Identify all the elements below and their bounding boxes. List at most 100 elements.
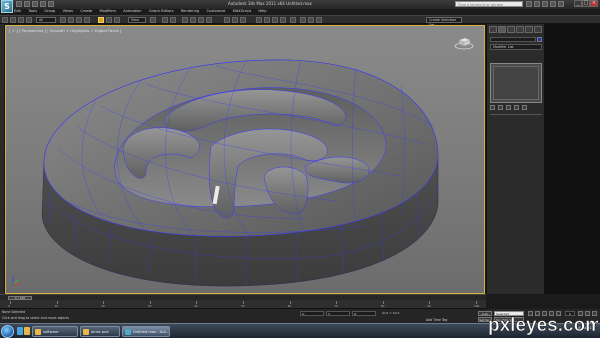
window-crossing-icon[interactable] xyxy=(84,17,90,23)
pxleyes-watermark: pxleyes.com xyxy=(488,315,598,336)
prompt-line: Click and drag to select and move object… xyxy=(2,316,70,320)
stack-toolbar xyxy=(490,105,542,112)
render-setup-icon[interactable] xyxy=(300,17,306,23)
angle-snap-icon[interactable] xyxy=(190,17,196,23)
subscription-center-icon[interactable] xyxy=(534,1,540,7)
menu-maxscript[interactable]: MAXScript xyxy=(233,8,251,15)
communication-center-icon[interactable] xyxy=(542,1,548,7)
select-object-icon[interactable] xyxy=(60,17,66,23)
menu-views[interactable]: Views xyxy=(63,8,73,15)
redo-button[interactable] xyxy=(10,17,16,23)
start-button[interactable] xyxy=(1,325,14,338)
undo-icon[interactable] xyxy=(40,1,46,7)
x-coordinate-field[interactable]: X: xyxy=(300,311,324,316)
selection-filter-dropdown[interactable]: All xyxy=(36,17,56,23)
rendered-frame-icon[interactable] xyxy=(308,17,314,23)
search-icon[interactable] xyxy=(526,1,532,7)
pin-stack-icon[interactable] xyxy=(490,105,495,110)
menu-bar: Edit Tools Group Views Create Modifiers … xyxy=(14,8,454,15)
menu-animation[interactable]: Animation xyxy=(123,8,141,15)
object-name-field[interactable] xyxy=(490,37,536,42)
hierarchy-tab-icon[interactable] xyxy=(507,26,515,33)
close-button[interactable]: × xyxy=(590,0,598,7)
track-tick-label: 70 xyxy=(334,304,338,308)
track-bar[interactable]: 0 10 20 30 40 50 60 70 80 90 100 xyxy=(0,300,486,309)
new-file-icon[interactable] xyxy=(16,1,22,7)
select-rotate-icon[interactable] xyxy=(106,17,112,23)
menu-tools[interactable]: Tools xyxy=(28,8,37,15)
watermark-text: pxleyes.com xyxy=(488,315,598,336)
graphite-toggle-icon[interactable] xyxy=(264,17,270,23)
modifier-stack[interactable] xyxy=(490,63,542,103)
object-color-swatch[interactable] xyxy=(537,37,542,42)
material-editor-icon[interactable] xyxy=(290,17,296,23)
display-tab-icon[interactable] xyxy=(525,26,533,33)
motion-tab-icon[interactable] xyxy=(516,26,524,33)
window-title: Autodesk 3ds Max 2011 x64 Untitled.max xyxy=(228,1,312,6)
unlink-icon[interactable] xyxy=(26,17,32,23)
menu-help[interactable]: Help xyxy=(258,8,266,15)
link-icon[interactable] xyxy=(18,17,24,23)
snaps-toggle-icon[interactable] xyxy=(182,17,188,23)
schematic-view-icon[interactable] xyxy=(280,17,286,23)
add-time-tag-button[interactable]: Add Time Tag xyxy=(426,318,447,322)
menu-modifiers[interactable]: Modifiers xyxy=(100,8,116,15)
track-tick-label: 90 xyxy=(427,304,431,308)
select-scale-icon[interactable] xyxy=(114,17,120,23)
curve-editor-icon[interactable] xyxy=(272,17,278,23)
make-unique-icon[interactable] xyxy=(506,105,511,110)
explorer-icon[interactable] xyxy=(24,327,30,335)
modify-tab-icon[interactable] xyxy=(498,26,506,33)
taskbar-jones-pud[interactable]: jones pud xyxy=(80,326,120,337)
command-panel: Modifier List xyxy=(486,24,544,294)
select-move-icon[interactable] xyxy=(98,17,104,23)
layer-manager-icon[interactable] xyxy=(256,17,262,23)
viewcube-icon[interactable] xyxy=(454,34,474,50)
modifier-list-dropdown[interactable]: Modifier List xyxy=(490,44,542,50)
utilities-tab-icon[interactable] xyxy=(534,26,542,33)
selection-set-dropdown[interactable]: Create Selection Set xyxy=(426,17,462,27)
minimize-button[interactable]: _ xyxy=(574,0,582,7)
help-icon[interactable] xyxy=(558,1,564,7)
spinner-snap-icon[interactable] xyxy=(206,17,212,23)
menu-edit[interactable]: Edit xyxy=(14,8,21,15)
render-production-icon[interactable] xyxy=(316,17,322,23)
taskbar-3dsmax[interactable]: Untitled.max - Aut... xyxy=(122,326,170,337)
configure-modifier-sets-icon[interactable] xyxy=(522,105,527,110)
menu-rendering[interactable]: Rendering xyxy=(181,8,199,15)
named-selection-icon[interactable] xyxy=(224,17,230,23)
ie-icon[interactable] xyxy=(17,327,23,335)
undo-button[interactable] xyxy=(2,17,8,23)
mirror-icon[interactable] xyxy=(232,17,238,23)
menu-customize[interactable]: Customize xyxy=(206,8,225,15)
keyboard-shortcut-icon[interactable] xyxy=(170,17,176,23)
percent-snap-icon[interactable] xyxy=(198,17,204,23)
remove-modifier-icon[interactable] xyxy=(514,105,519,110)
redo-icon[interactable] xyxy=(48,1,54,7)
favorites-star-icon[interactable] xyxy=(550,1,556,7)
track-tick-label: 80 xyxy=(380,304,385,308)
modifier-stack-list[interactable] xyxy=(493,66,539,100)
maximize-button[interactable]: □ xyxy=(582,0,590,7)
perspective-viewport[interactable]: [ + ] [ Perspective ] [ Smooth + Highlig… xyxy=(5,25,485,294)
save-file-icon[interactable] xyxy=(32,1,38,7)
menu-group[interactable]: Group xyxy=(44,8,55,15)
show-end-result-icon[interactable] xyxy=(498,105,503,110)
y-coordinate-field[interactable]: Y: xyxy=(326,311,350,316)
3d-model[interactable] xyxy=(6,26,485,294)
rectangular-selection-icon[interactable] xyxy=(76,17,82,23)
create-tab-icon[interactable] xyxy=(489,26,497,33)
select-by-name-icon[interactable] xyxy=(68,17,74,23)
menu-graph-editors[interactable]: Graph Editors xyxy=(149,8,174,15)
3dsmax-icon xyxy=(125,329,131,335)
taskbar-software[interactable]: software xyxy=(32,326,78,337)
open-file-icon[interactable] xyxy=(24,1,30,7)
app-menu-button[interactable]: S xyxy=(1,0,13,13)
select-manipulate-icon[interactable] xyxy=(162,17,168,23)
align-icon[interactable] xyxy=(240,17,246,23)
z-coordinate-field[interactable]: Z: xyxy=(352,311,376,316)
pivot-center-icon[interactable] xyxy=(150,17,156,23)
help-search-input[interactable]: Type a keyword or phrase xyxy=(455,1,523,7)
menu-create[interactable]: Create xyxy=(80,8,92,15)
reference-coordinate-dropdown[interactable]: View xyxy=(128,17,146,23)
